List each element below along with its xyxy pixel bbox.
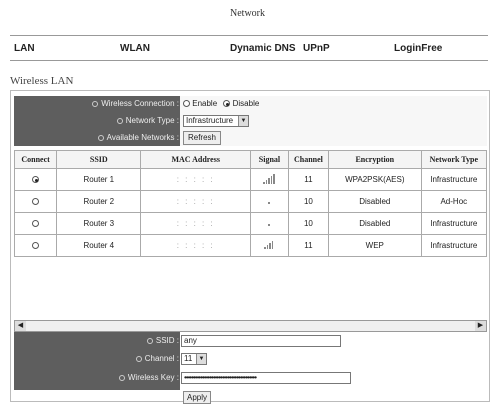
bullet-icon: [146, 338, 153, 344]
col-ssid: SSID: [56, 150, 142, 169]
ssid-cell: Router 1: [56, 168, 142, 191]
horizontal-scrollbar[interactable]: ◀ ▶: [14, 320, 487, 332]
connect-radio-button[interactable]: [32, 242, 40, 249]
ssid-cell: Router 4: [56, 234, 142, 257]
signal-cell: [249, 234, 289, 257]
encryption-cell: WEP: [327, 234, 422, 257]
signal-cell: [249, 212, 289, 235]
nav-wlan[interactable]: WLAN: [120, 43, 150, 54]
col-channel: Channel: [287, 150, 329, 169]
col-encryption: Encryption: [327, 150, 422, 169]
scroll-left-icon[interactable]: ◀: [15, 321, 26, 331]
signal-strength-icon: [263, 173, 276, 186]
channel-cell: 10: [287, 190, 329, 213]
nav-dynamic-dns[interactable]: Dynamic DNS: [230, 43, 296, 54]
enable-label: Enable: [192, 99, 218, 108]
network-type-select[interactable]: Infrastructure ▼: [183, 115, 249, 127]
top-nav: LAN WLAN Dynamic DNS UPnP LoginFree: [10, 35, 488, 61]
table-row[interactable]: Router 3: : : : : 10 Disabled Infrastructur…: [13, 212, 488, 235]
bullet-icon: [116, 118, 123, 124]
network-type-cell: Ad-Hoc: [420, 190, 488, 213]
col-mac: MAC Address: [140, 150, 251, 169]
enable-radio[interactable]: [183, 100, 190, 107]
mac-cell: : : : : :: [140, 212, 251, 235]
apply-button[interactable]: Apply: [183, 391, 211, 404]
signal-strength-icon: [268, 197, 271, 206]
table-header-row: Connect SSID MAC Address Signal Channel …: [13, 150, 488, 169]
encryption-cell: Disabled: [327, 190, 422, 213]
channel-cell: 11: [287, 168, 329, 191]
available-networks-label: Available Networks :: [97, 133, 179, 142]
disable-label: Disable: [232, 99, 260, 108]
ssid-cell: Router 3: [56, 212, 142, 235]
channel-select[interactable]: 11 ▼: [181, 353, 207, 365]
ssid-label: SSID :: [146, 336, 179, 345]
table-row[interactable]: Router 1: : : : : 11 WPA2PSK(AES) Infrastru…: [13, 168, 488, 191]
encryption-cell: Disabled: [327, 212, 422, 235]
network-type-cell: Infrastructure: [420, 234, 488, 257]
encryption-cell: WPA2PSK(AES): [327, 168, 422, 191]
mac-cell: : : : : :: [140, 234, 251, 257]
chevron-down-icon: ▼: [238, 116, 248, 126]
page-title: Network: [230, 8, 265, 19]
bullet-icon: [135, 356, 142, 362]
mac-cell: : : : : :: [140, 168, 251, 191]
connect-radio[interactable]: [13, 234, 58, 257]
section-title: Wireless LAN: [10, 75, 74, 87]
scroll-right-icon[interactable]: ▶: [475, 321, 486, 331]
ssid-cell: Router 2: [56, 190, 142, 213]
nav-upnp[interactable]: UPnP: [303, 43, 330, 54]
channel-cell: 10: [287, 212, 329, 235]
connect-radio[interactable]: [13, 212, 58, 235]
refresh-button[interactable]: Refresh: [183, 131, 221, 145]
table-row[interactable]: Router 2: : : : : 10 Disabled Ad-Hoc: [13, 190, 488, 213]
ssid-input[interactable]: any: [181, 335, 341, 347]
channel-cell: 11: [287, 234, 329, 257]
signal-strength-icon: [268, 219, 271, 228]
bullet-icon: [118, 375, 125, 381]
signal-strength-icon: [264, 240, 274, 251]
signal-cell: [249, 168, 289, 191]
col-connect: Connect: [13, 150, 58, 169]
connect-radio-button[interactable]: [32, 176, 40, 183]
wireless-key-input[interactable]: ••••••••••••••••••••••••••••••••••••••••: [181, 372, 351, 384]
col-signal: Signal: [249, 150, 289, 169]
connect-radio-button[interactable]: [32, 220, 40, 227]
network-type-label: Network Type :: [116, 116, 179, 125]
nav-lan[interactable]: LAN: [14, 43, 35, 54]
nav-loginfree[interactable]: LoginFree: [394, 43, 442, 54]
table-row[interactable]: Router 4: : : : : 11 WEP Infrastructure: [13, 234, 488, 257]
connect-radio-button[interactable]: [32, 198, 40, 205]
wireless-connection-label: Wireless Connection :: [92, 99, 179, 108]
connect-radio[interactable]: [13, 190, 58, 213]
wireless-key-label: Wireless Key :: [118, 373, 179, 382]
network-type-cell: Infrastructure: [420, 168, 488, 191]
network-type-cell: Infrastructure: [420, 212, 488, 235]
connection-radio-group: Enable Disable: [183, 99, 259, 108]
bullet-icon: [92, 101, 99, 107]
channel-label: Channel :: [135, 354, 179, 363]
networks-table: Connect SSID MAC Address Signal Channel …: [13, 150, 488, 257]
col-network-type: Network Type: [420, 150, 488, 169]
connect-radio[interactable]: [13, 168, 58, 191]
table-blank-area: [14, 270, 487, 320]
signal-cell: [249, 190, 289, 213]
bullet-icon: [97, 135, 104, 141]
disable-radio[interactable]: [223, 100, 231, 107]
chevron-down-icon: ▼: [196, 354, 206, 364]
mac-cell: : : : : :: [140, 190, 251, 213]
